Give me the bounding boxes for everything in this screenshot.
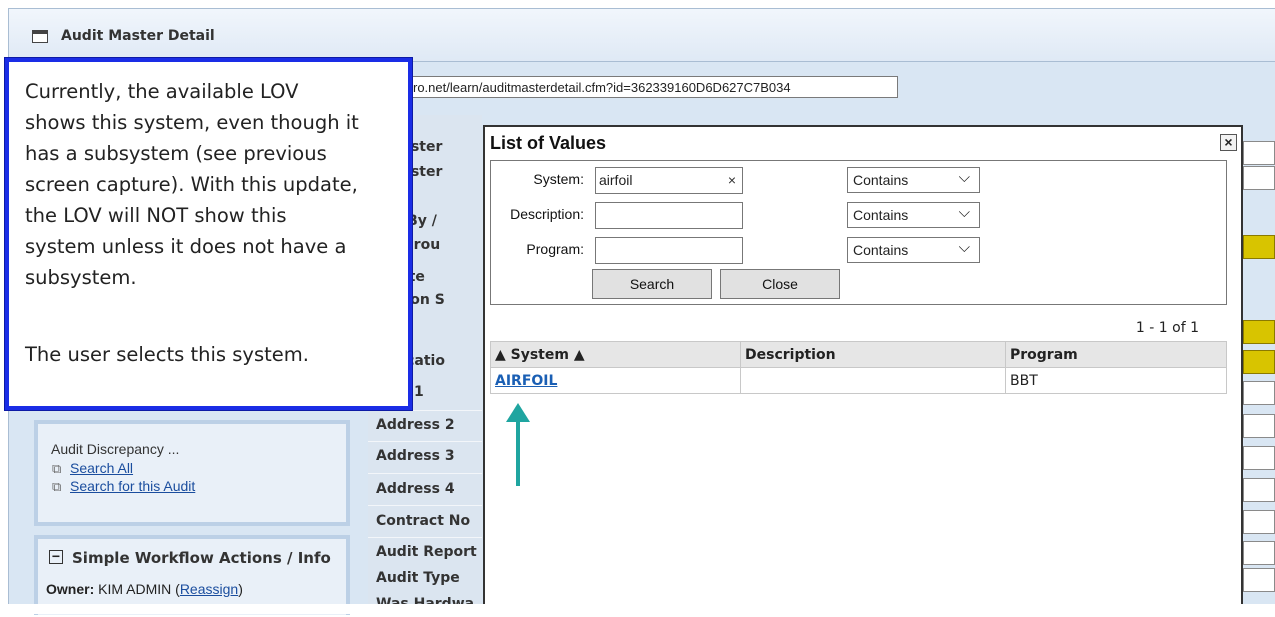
description-operator-value: Contains — [853, 207, 909, 223]
system-operator-value: Contains — [853, 172, 909, 188]
audit-discrepancy-panel: Audit Discrepancy ... ⧉ Search All ⧉ Sea… — [34, 420, 350, 526]
callout-line: shows this system, even though it — [25, 111, 359, 134]
owner-line: Owner: KIM ADMIN (Reassign) — [46, 581, 243, 597]
row-divider — [368, 410, 482, 411]
system-operator-select[interactable]: Contains ⌵ — [847, 167, 980, 193]
search-button[interactable]: Search — [592, 269, 712, 299]
form-field[interactable] — [1243, 568, 1275, 592]
close-icon[interactable]: × — [1220, 134, 1237, 151]
column-header-system[interactable]: ▲ System ▲ — [490, 341, 741, 368]
bottom-edge-artifact — [0, 604, 1275, 614]
form-label: Contract No — [376, 513, 471, 529]
system-label: System: — [533, 171, 584, 187]
program-operator-select[interactable]: Contains ⌵ — [847, 237, 980, 263]
collapse-icon[interactable]: − — [49, 549, 63, 564]
form-label: Audit Report — [376, 544, 477, 560]
window-titlebar: Audit Master Detail — [8, 8, 1275, 62]
discrepancy-heading: Audit Discrepancy ... — [51, 441, 180, 457]
form-label: Address 3 — [376, 448, 455, 464]
column-header-program[interactable]: Program — [1005, 341, 1227, 368]
system-cell: AIRFOIL — [490, 367, 741, 394]
system-input-value: airfoil — [599, 172, 633, 188]
required-field[interactable] — [1243, 320, 1275, 344]
program-input[interactable] — [595, 237, 743, 264]
callout-footer: The user selects this system. — [25, 343, 309, 366]
row-divider — [368, 505, 482, 506]
results-table: ▲ System ▲ Description Program AIRFOIL B… — [490, 341, 1227, 394]
reassign-link[interactable]: Reassign — [180, 581, 238, 597]
search-all-link[interactable]: Search All — [70, 460, 133, 476]
copy-icon: ⧉ — [52, 461, 62, 476]
clear-icon[interactable]: × — [728, 172, 736, 188]
owner-label: Owner: — [46, 581, 95, 597]
description-input[interactable] — [595, 202, 743, 229]
window-icon — [32, 30, 48, 43]
callout-line: the LOV will NOT show this — [25, 204, 287, 227]
chevron-down-icon: ⌵ — [958, 239, 970, 256]
form-field[interactable] — [1243, 541, 1275, 565]
system-input[interactable]: airfoil × — [595, 167, 743, 194]
table-row: AIRFOIL BBT — [490, 367, 1227, 394]
form-label: Audit Type — [376, 570, 460, 586]
url-field[interactable]: ro.net/learn/auditmasterdetail.cfm?id=36… — [408, 76, 898, 98]
required-field[interactable] — [1243, 350, 1275, 374]
form-label: Address 2 — [376, 417, 455, 433]
pointer-arrow-icon — [506, 403, 530, 486]
program-operator-value: Contains — [853, 242, 909, 258]
form-field[interactable] — [1243, 446, 1275, 470]
column-header-description[interactable]: Description — [740, 341, 1006, 368]
description-label: Description: — [510, 206, 584, 222]
program-label: Program: — [526, 241, 584, 257]
form-label: Address 4 — [376, 481, 455, 497]
description-cell — [740, 367, 1006, 394]
row-divider — [368, 473, 482, 474]
list-of-values-dialog: List of Values × System: airfoil × Conta… — [483, 125, 1243, 614]
close-button[interactable]: Close — [720, 269, 840, 299]
form-field[interactable] — [1243, 166, 1275, 190]
window-title: Audit Master Detail — [61, 28, 215, 44]
annotation-callout: Currently, the available LOV shows this … — [5, 58, 412, 410]
owner-value: KIM ADMIN — [98, 581, 172, 597]
search-for-this-audit-link[interactable]: Search for this Audit — [70, 478, 195, 494]
callout-line: system unless it does not have a — [25, 235, 347, 258]
dialog-title: List of Values — [490, 133, 607, 153]
chevron-down-icon: ⌵ — [958, 169, 970, 186]
pager-text: 1 - 1 of 1 — [1135, 320, 1199, 336]
chevron-down-icon: ⌵ — [958, 204, 970, 221]
callout-line: has a subsystem (see previous — [25, 142, 327, 165]
form-field[interactable] — [1243, 414, 1275, 438]
copy-icon: ⧉ — [52, 479, 62, 494]
workflow-panel: − Simple Workflow Actions / Info Owner: … — [34, 535, 350, 617]
form-field[interactable] — [1243, 510, 1275, 534]
form-field[interactable] — [1243, 141, 1275, 165]
program-cell: BBT — [1005, 367, 1227, 394]
form-field[interactable] — [1243, 381, 1275, 405]
form-field[interactable] — [1243, 478, 1275, 502]
required-field[interactable] — [1243, 235, 1275, 259]
system-result-link[interactable]: AIRFOIL — [495, 373, 557, 389]
table-header-row: ▲ System ▲ Description Program — [490, 341, 1227, 368]
callout-line: subsystem. — [25, 266, 137, 289]
row-divider — [368, 441, 482, 442]
workflow-title: Simple Workflow Actions / Info — [72, 549, 331, 567]
callout-line: screen capture). With this update, — [25, 173, 358, 196]
row-divider — [368, 537, 482, 538]
callout-line: Currently, the available LOV — [25, 80, 299, 103]
description-operator-select[interactable]: Contains ⌵ — [847, 202, 980, 228]
